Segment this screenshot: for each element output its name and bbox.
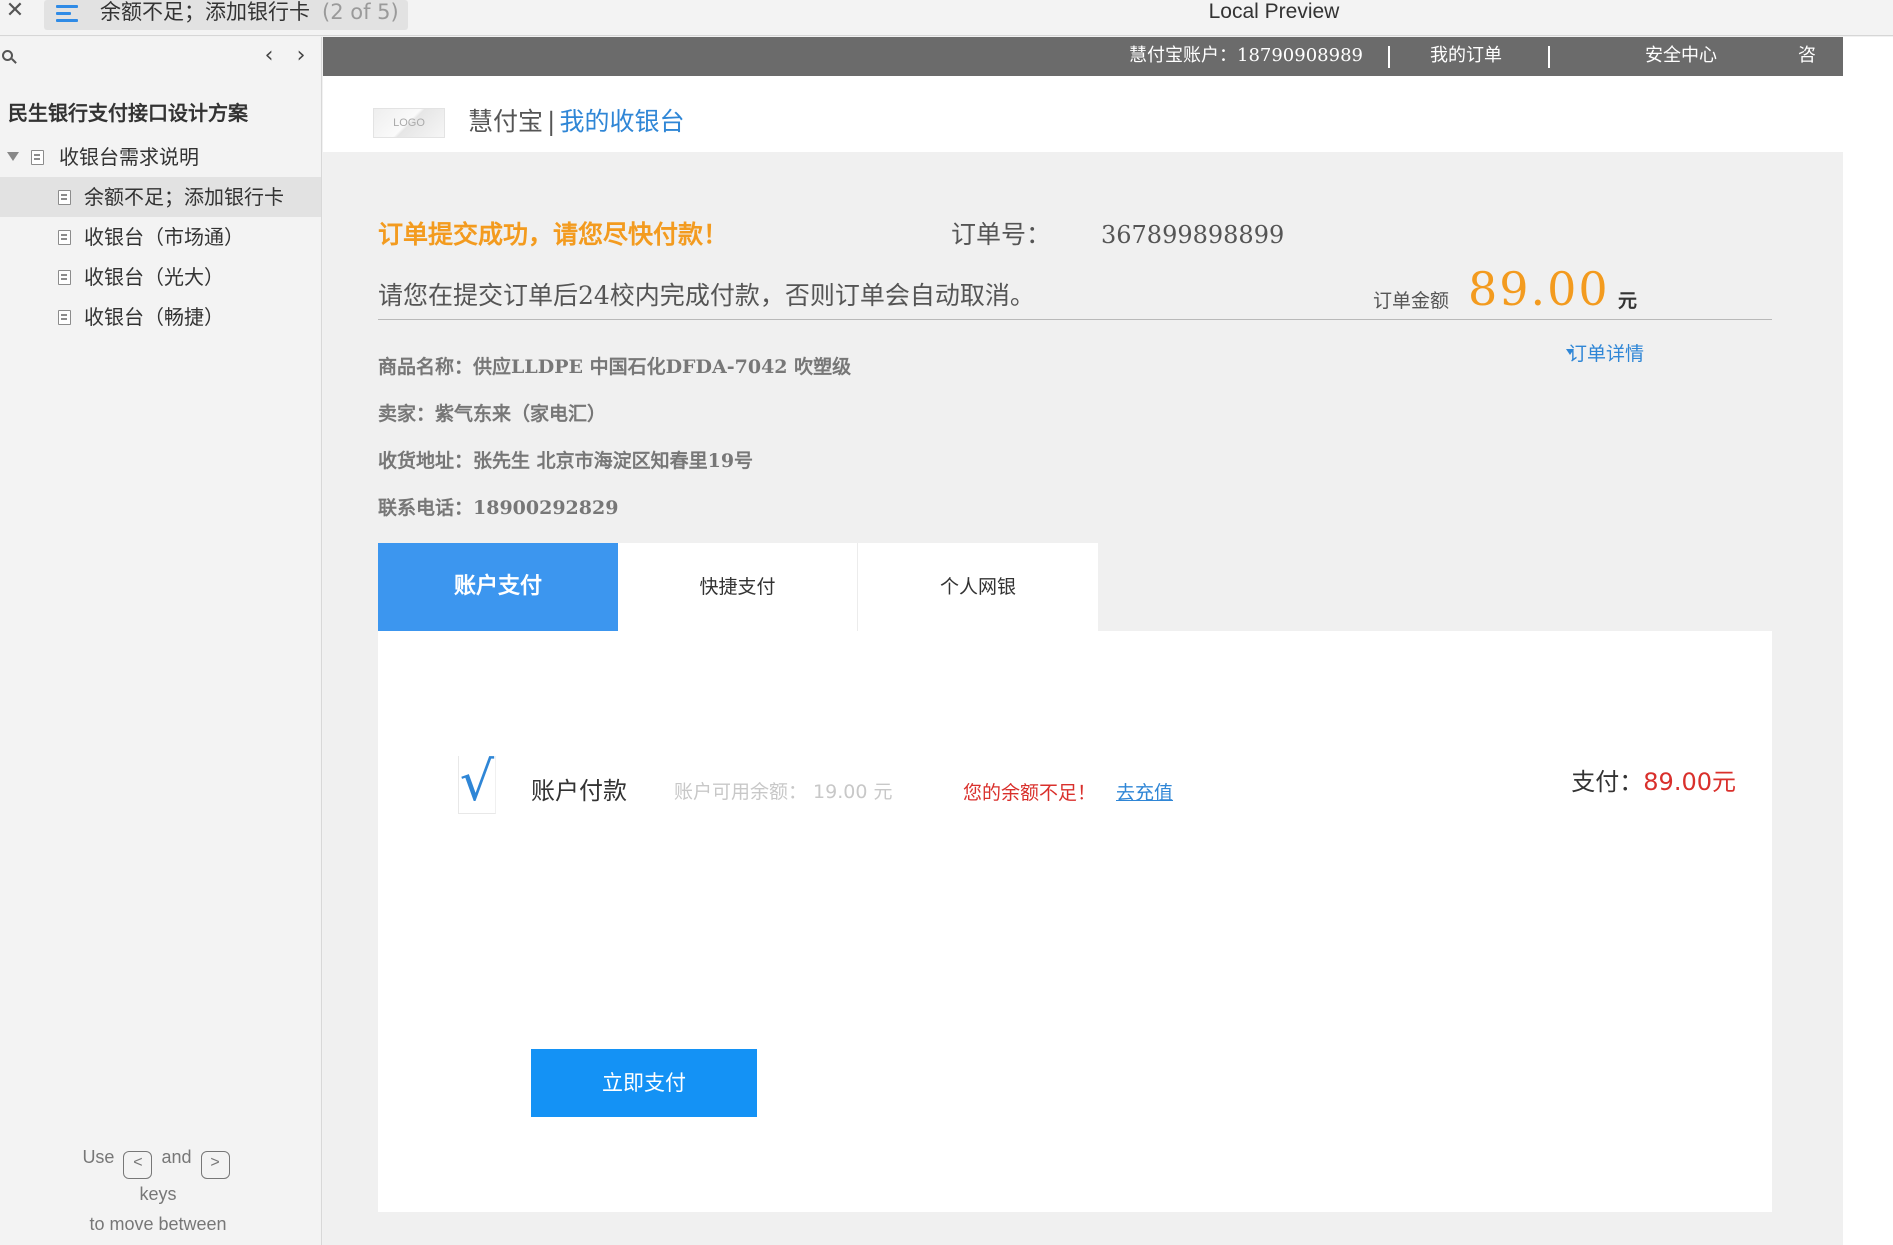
payment-total-label: 支付： (1571, 768, 1644, 796)
project-title: 民生银行支付接口设计方案 (8, 101, 248, 125)
site-header: LOGO 慧付宝 | 我的收银台 (323, 76, 1843, 152)
my-orders-link[interactable]: 我的订单 (1430, 45, 1502, 67)
sidebar: ‹ › 民生银行支付接口设计方案 收银台需求说明 余额不足；添加银行卡 收银台（… (0, 37, 322, 1245)
chevron-left-icon[interactable]: ‹ (259, 45, 279, 68)
brand-title: 慧付宝 | 我的收银台 (468, 104, 684, 140)
product-name: 商品名称：供应LLDPE 中国石化DFDA-7042 吹塑级 (378, 356, 852, 378)
page-icon (58, 310, 71, 325)
menu-icon[interactable] (56, 2, 80, 26)
page-icon (58, 230, 71, 245)
account-payment-label: 账户付款 (531, 777, 627, 805)
payment-deadline-notice: 请您在提交订单后24校内完成付款，否则订单会自动取消。 (378, 281, 1035, 310)
page-icon (58, 270, 71, 285)
consult-link[interactable]: 咨 (1798, 45, 1816, 67)
tree-item-label: 收银台（光大） (84, 265, 224, 289)
page-selector[interactable]: 余额不足；添加银行卡 (2 of 5) (44, 0, 408, 30)
hint-use: Use (82, 1147, 115, 1167)
order-number: 367899898899 (1101, 221, 1285, 249)
page-icon (31, 150, 44, 165)
current-page-title: 余额不足；添加银行卡 (2 of 5) (100, 0, 399, 24)
site-topbar: 慧付宝账户：18790908989 我的订单 安全中心 咨 (323, 37, 1843, 76)
page-title-text: 余额不足；添加银行卡 (100, 0, 310, 24)
tree-item-label: 余额不足；添加银行卡 (84, 185, 284, 209)
shipping-address: 收货地址：张先生 北京市海淀区知春里19号 (378, 450, 754, 472)
contact-phone: 联系电话：18900292829 (378, 497, 619, 519)
order-detail-label: 订单详情 (1568, 343, 1645, 365)
tree-item-label: 收银台（市场通） (84, 225, 244, 249)
close-icon[interactable]: ✕ (4, 0, 26, 24)
window-title: Local Preview (1208, 0, 1340, 23)
checkmark-icon[interactable]: √ (458, 755, 496, 814)
tree-item-cashier-changjie[interactable]: 收银台（畅捷） (0, 297, 321, 337)
tab-online-banking[interactable]: 个人网银 (858, 543, 1098, 631)
page-count: (2 of 5) (322, 0, 399, 24)
divider (1548, 46, 1550, 68)
payment-panel: √ 账户付款 账户可用余额： 19.00 元 您的余额不足！ 去充值 支付：89… (378, 631, 1772, 1212)
seller: 卖家：紫气东来（家电汇） (378, 403, 607, 425)
keyboard-hint: Use < and > keys to move between pages (40, 1142, 276, 1245)
tab-account-payment[interactable]: 账户支付 (378, 543, 618, 631)
caret-down-icon[interactable] (7, 152, 19, 161)
page-tree: 收银台需求说明 余额不足；添加银行卡 收银台（市场通） 收银台（光大） 收银台（… (0, 137, 321, 337)
brand-separator: | (547, 107, 556, 136)
tab-quick-payment[interactable]: 快捷支付 (618, 543, 858, 631)
tree-item-cashier-requirements[interactable]: 收银台需求说明 (0, 137, 321, 177)
tree-item-cashier-everbright[interactable]: 收银台（光大） (0, 257, 321, 297)
security-center-link[interactable]: 安全中心 (1645, 45, 1717, 67)
logo: LOGO (373, 108, 445, 138)
available-balance: 账户可用余额： 19.00 元 (674, 781, 893, 803)
order-amount: 89.00 (1468, 262, 1610, 316)
tree-item-label: 收银台需求说明 (59, 145, 199, 169)
insufficient-balance-warning: 您的余额不足！ (963, 782, 1097, 804)
account-info: 慧付宝账户：18790908989 (1129, 45, 1363, 66)
prototype-canvas: 慧付宝账户：18790908989 我的订单 安全中心 咨 LOGO 慧付宝 | 我… (323, 37, 1843, 1245)
search-icon[interactable] (2, 50, 18, 66)
viewer-topbar: ✕ 余额不足；添加银行卡 (2 of 5) Local Preview (0, 0, 1893, 36)
divider (1388, 46, 1390, 68)
tree-item-insufficient-balance[interactable]: 余额不足；添加银行卡 (0, 177, 321, 217)
order-success-message: 订单提交成功，请您尽快付款！ (378, 220, 729, 249)
order-amount-unit: 元 (1618, 290, 1638, 312)
divider (378, 319, 1772, 320)
payment-total: 支付：89.00元 (1571, 765, 1736, 799)
order-number-label: 订单号： (951, 220, 1052, 249)
brand-subtitle: 我的收银台 (559, 107, 685, 136)
brand-name: 慧付宝 (468, 107, 544, 136)
payment-total-amount: 89.00元 (1643, 768, 1736, 796)
caret-down-icon (1566, 349, 1574, 355)
hint-and: and (161, 1147, 192, 1167)
recharge-link[interactable]: 去充值 (1116, 779, 1173, 807)
hint-line4: pages (40, 1239, 276, 1245)
hint-line3: to move between (89, 1214, 227, 1234)
order-detail-link[interactable]: 订单详情 (1566, 340, 1645, 368)
order-amount-label: 订单金额 (1373, 290, 1450, 312)
tree-item-cashier-market[interactable]: 收银台（市场通） (0, 217, 321, 257)
canvas-margin (1843, 37, 1893, 1245)
chevron-right-icon[interactable]: › (291, 45, 311, 68)
key-prev-icon: < (123, 1151, 153, 1179)
hint-keys: keys (139, 1184, 177, 1204)
key-next-icon: > (200, 1151, 230, 1179)
page-icon (58, 190, 71, 205)
tree-item-label: 收银台（畅捷） (84, 305, 224, 329)
pay-now-button[interactable]: 立即支付 (531, 1049, 757, 1117)
